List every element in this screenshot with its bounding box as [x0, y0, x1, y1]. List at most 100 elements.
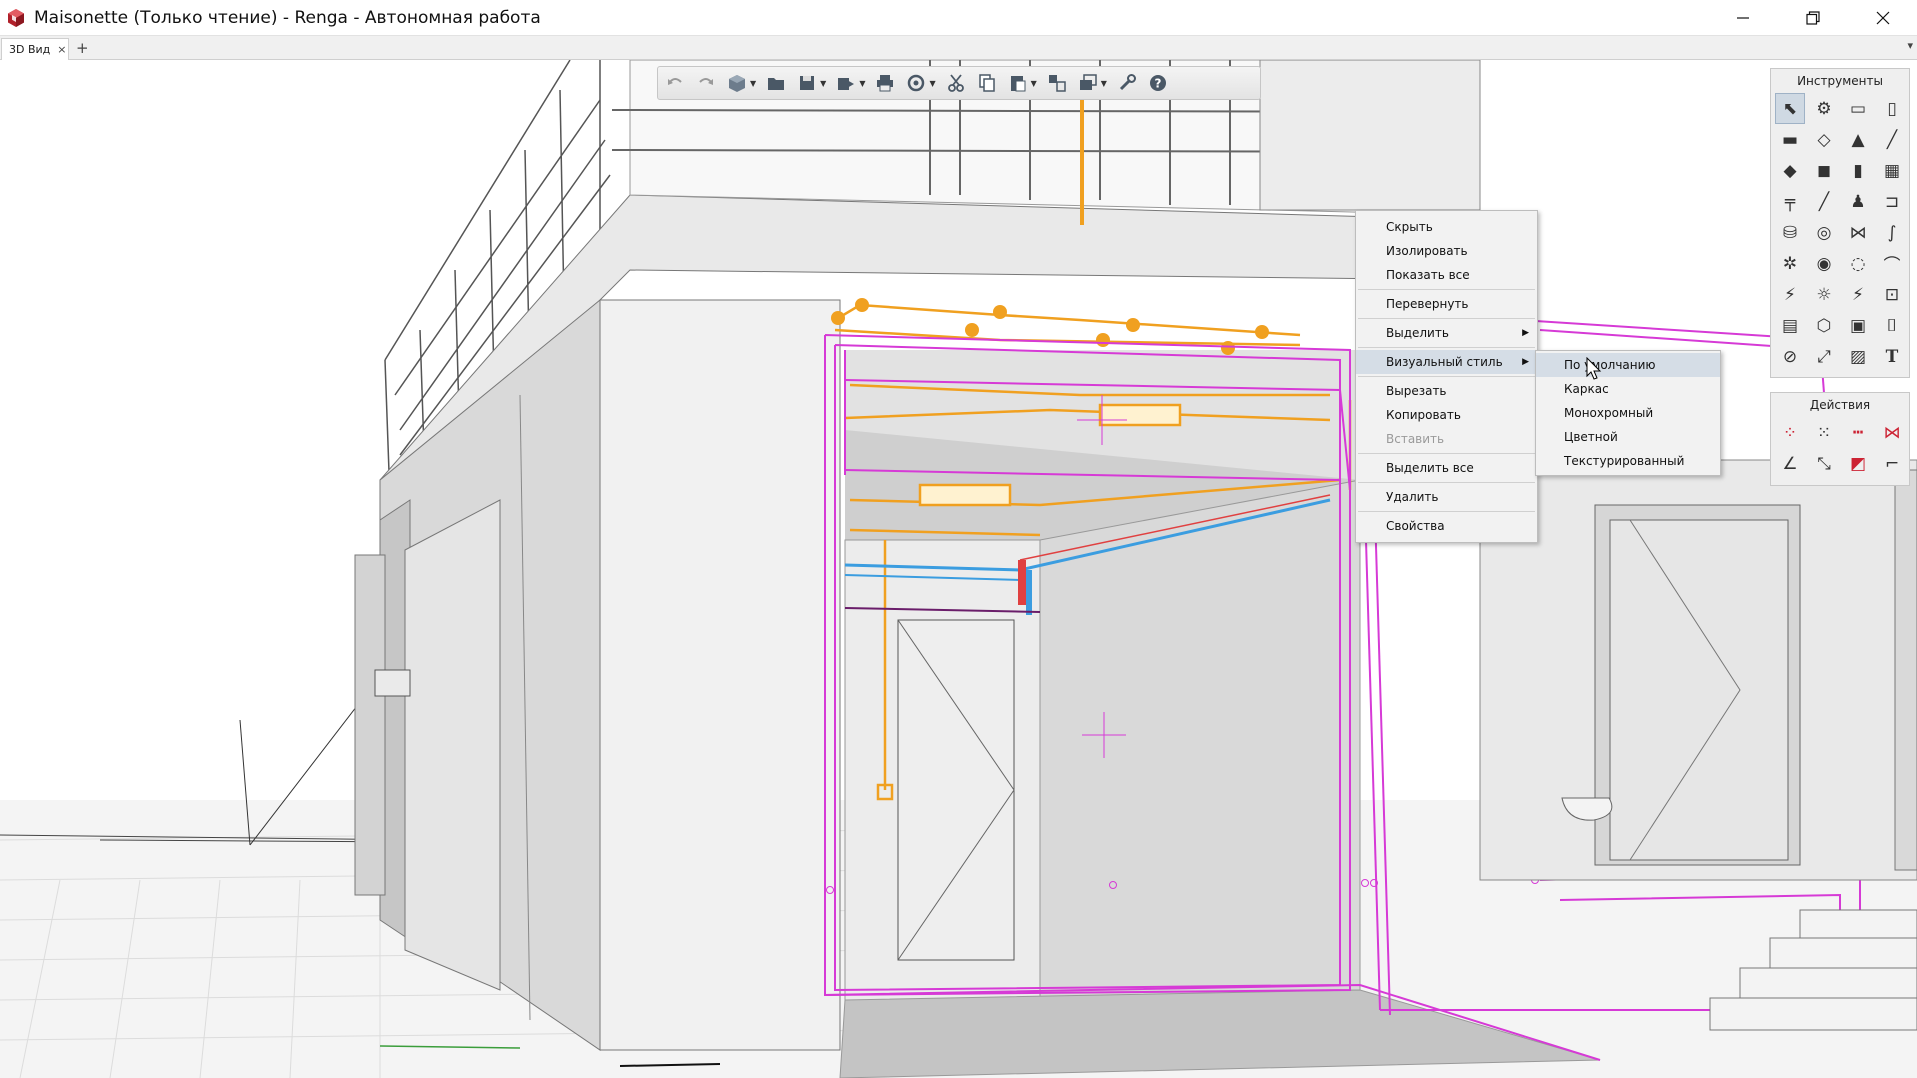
layers-icon[interactable] — [1077, 72, 1099, 94]
move-action-icon[interactable]: ⁘ — [1775, 417, 1805, 448]
elevation-mark-icon[interactable]: ⤢ — [1809, 341, 1839, 372]
3d-viewport[interactable] — [0, 60, 1917, 1078]
select-tool-icon[interactable]: ⬉ — [1775, 93, 1805, 124]
column-tool-icon[interactable]: ▯ — [1877, 93, 1907, 124]
settings-wrench-icon[interactable] — [1116, 72, 1138, 94]
submenu-item-monochrome[interactable]: Монохромный — [1536, 401, 1720, 425]
mep-system-icon[interactable]: ⚙ — [1809, 93, 1839, 124]
duct-equipment-icon[interactable]: ◉ — [1809, 248, 1839, 279]
room-tool-icon[interactable]: ▭ — [1843, 93, 1873, 124]
tab-3d-view[interactable]: 3D Вид × — [1, 38, 69, 60]
valve-tool-icon[interactable]: ⋈ — [1843, 217, 1873, 248]
menu-item-select[interactable]: Выделить ▶ — [1356, 321, 1537, 345]
copy-icon[interactable] — [976, 72, 998, 94]
wall-tool-icon[interactable]: ▬ — [1775, 124, 1805, 155]
railing-tool-icon[interactable]: ╤ — [1775, 186, 1805, 217]
scale-action-icon[interactable]: ⤡ — [1809, 448, 1839, 479]
3d-model-scene[interactable] — [0, 60, 1917, 1078]
fan-tool-icon[interactable]: ✲ — [1775, 248, 1805, 279]
dropdown-arrow-icon[interactable]: ▼ — [750, 79, 756, 88]
tools-panel: Инструменты ⬉ ⚙ ▭ ▯ ▬ ◇ ▲ ╱ ◆ ◼ ▮ ▦ ╤ ╱ … — [1770, 68, 1910, 378]
cube-icon[interactable] — [726, 72, 748, 94]
minimize-button[interactable] — [1714, 0, 1772, 36]
menu-item-cut[interactable]: Вырезать — [1356, 379, 1537, 403]
sync-icon[interactable] — [905, 72, 927, 94]
paste-icon[interactable] — [1007, 72, 1029, 94]
open-folder-icon[interactable] — [765, 72, 787, 94]
plumbing-tool-icon[interactable]: ◎ — [1809, 217, 1839, 248]
offset-action-icon[interactable]: ⌐ — [1877, 448, 1907, 479]
wiring-device-icon[interactable]: ⊡ — [1877, 279, 1907, 310]
save-icon[interactable] — [796, 72, 818, 94]
roof-tool-icon[interactable]: ▲ — [1843, 124, 1873, 155]
tab-list-dropdown[interactable]: ▾ — [1907, 39, 1913, 52]
add-tab-button[interactable]: + — [76, 39, 89, 57]
help-icon[interactable]: ? — [1147, 72, 1169, 94]
rotate-action-icon[interactable]: ⁙ — [1809, 417, 1839, 448]
renga-logo-icon — [8, 8, 24, 27]
reinforcement-tool-icon[interactable]: ⌷ — [1877, 310, 1907, 341]
assembly-tool-icon[interactable]: ▤ — [1775, 310, 1805, 341]
submenu-item-textured[interactable]: Текстурированный — [1536, 449, 1720, 473]
export-icon[interactable] — [835, 72, 857, 94]
mirror-action-icon[interactable]: ⋈ — [1877, 417, 1907, 448]
line-tool-icon[interactable]: ╱ — [1809, 186, 1839, 217]
menu-item-isolate[interactable]: Изолировать — [1356, 239, 1537, 263]
slab-tool-icon[interactable]: ◇ — [1809, 124, 1839, 155]
hatch-tool-icon[interactable]: ▨ — [1843, 341, 1873, 372]
view-switch-icon[interactable] — [1046, 72, 1068, 94]
mouse-cursor-icon — [1586, 357, 1602, 380]
tab-close-icon[interactable]: × — [57, 43, 66, 56]
fixture-tool-icon[interactable]: ♟ — [1843, 186, 1873, 217]
restore-button[interactable] — [1784, 0, 1842, 36]
menu-item-properties[interactable]: Свойства — [1356, 514, 1537, 538]
actions-grid: ⁘ ⁙ ┅ ⋈ ∠ ⤡ ◩ ⌐ — [1771, 417, 1909, 479]
menu-item-delete[interactable]: Удалить — [1356, 485, 1537, 509]
dropdown-arrow-icon[interactable]: ▼ — [929, 79, 935, 88]
cut-icon[interactable] — [945, 72, 967, 94]
electrical-panel-icon[interactable]: ⚡ — [1775, 279, 1805, 310]
text-tool-icon[interactable]: T — [1877, 341, 1907, 372]
menu-item-show-all[interactable]: Показать все — [1356, 263, 1537, 287]
submenu-arrow-icon: ▶ — [1522, 357, 1529, 367]
copy-array-action-icon[interactable]: ┅ — [1843, 417, 1873, 448]
pipe-tool-icon[interactable]: ∫ — [1877, 217, 1907, 248]
ramp-tool-icon[interactable]: ◆ — [1775, 155, 1805, 186]
menu-item-flip[interactable]: Перевернуть — [1356, 292, 1537, 316]
dropdown-arrow-icon[interactable]: ▼ — [820, 79, 826, 88]
duct-fitting-icon[interactable]: ⌒ — [1877, 248, 1907, 279]
close-window-button[interactable] — [1854, 0, 1912, 36]
undo-icon[interactable] — [664, 72, 686, 94]
opening-tool-icon[interactable]: ▣ — [1843, 310, 1873, 341]
floor-tool-icon[interactable]: ◼ — [1809, 155, 1839, 186]
submenu-item-wireframe[interactable]: Каркас — [1536, 377, 1720, 401]
dropdown-arrow-icon[interactable]: ▼ — [859, 79, 865, 88]
submenu-item-default[interactable]: По умолчанию — [1536, 353, 1720, 377]
menu-item-select-all[interactable]: Выделить все — [1356, 456, 1537, 480]
menu-item-visual-style[interactable]: Визуальный стиль ▶ — [1356, 350, 1537, 374]
dropdown-arrow-icon[interactable]: ▼ — [1101, 79, 1107, 88]
submenu-item-color[interactable]: Цветной — [1536, 425, 1720, 449]
menu-item-hide[interactable]: Скрыть — [1356, 215, 1537, 239]
dropdown-arrow-icon[interactable]: ▼ — [1031, 79, 1037, 88]
actions-panel: Действия ⁘ ⁙ ┅ ⋈ ∠ ⤡ ◩ ⌐ — [1770, 392, 1910, 486]
align-action-icon[interactable]: ◩ — [1843, 448, 1873, 479]
menu-item-copy[interactable]: Копировать — [1356, 403, 1537, 427]
tab-label: 3D Вид — [9, 43, 51, 56]
door-tool-icon[interactable]: ▮ — [1843, 155, 1873, 186]
window-tool-icon[interactable]: ▦ — [1877, 155, 1907, 186]
actions-panel-title: Действия — [1809, 398, 1871, 412]
cable-tool-icon[interactable]: ⚡ — [1843, 279, 1873, 310]
menu-item-paste[interactable]: Вставить — [1356, 427, 1537, 451]
element-tool-icon[interactable]: ⬡ — [1809, 310, 1839, 341]
angle-action-icon[interactable]: ∠ — [1775, 448, 1805, 479]
beam-tool-icon[interactable]: ╱ — [1877, 124, 1907, 155]
menu-item-visual-style-label: Визуальный стиль — [1386, 355, 1503, 369]
dimension-tool-icon[interactable]: ⊘ — [1775, 341, 1805, 372]
equipment-tool-icon[interactable]: ⛁ — [1775, 217, 1805, 248]
duct-tool-icon[interactable]: ◌ — [1843, 248, 1873, 279]
lighting-tool-icon[interactable]: ☼ — [1809, 279, 1839, 310]
redo-icon[interactable] — [695, 72, 717, 94]
pipe-fitting-icon[interactable]: ⊐ — [1877, 186, 1907, 217]
print-icon[interactable] — [874, 72, 896, 94]
